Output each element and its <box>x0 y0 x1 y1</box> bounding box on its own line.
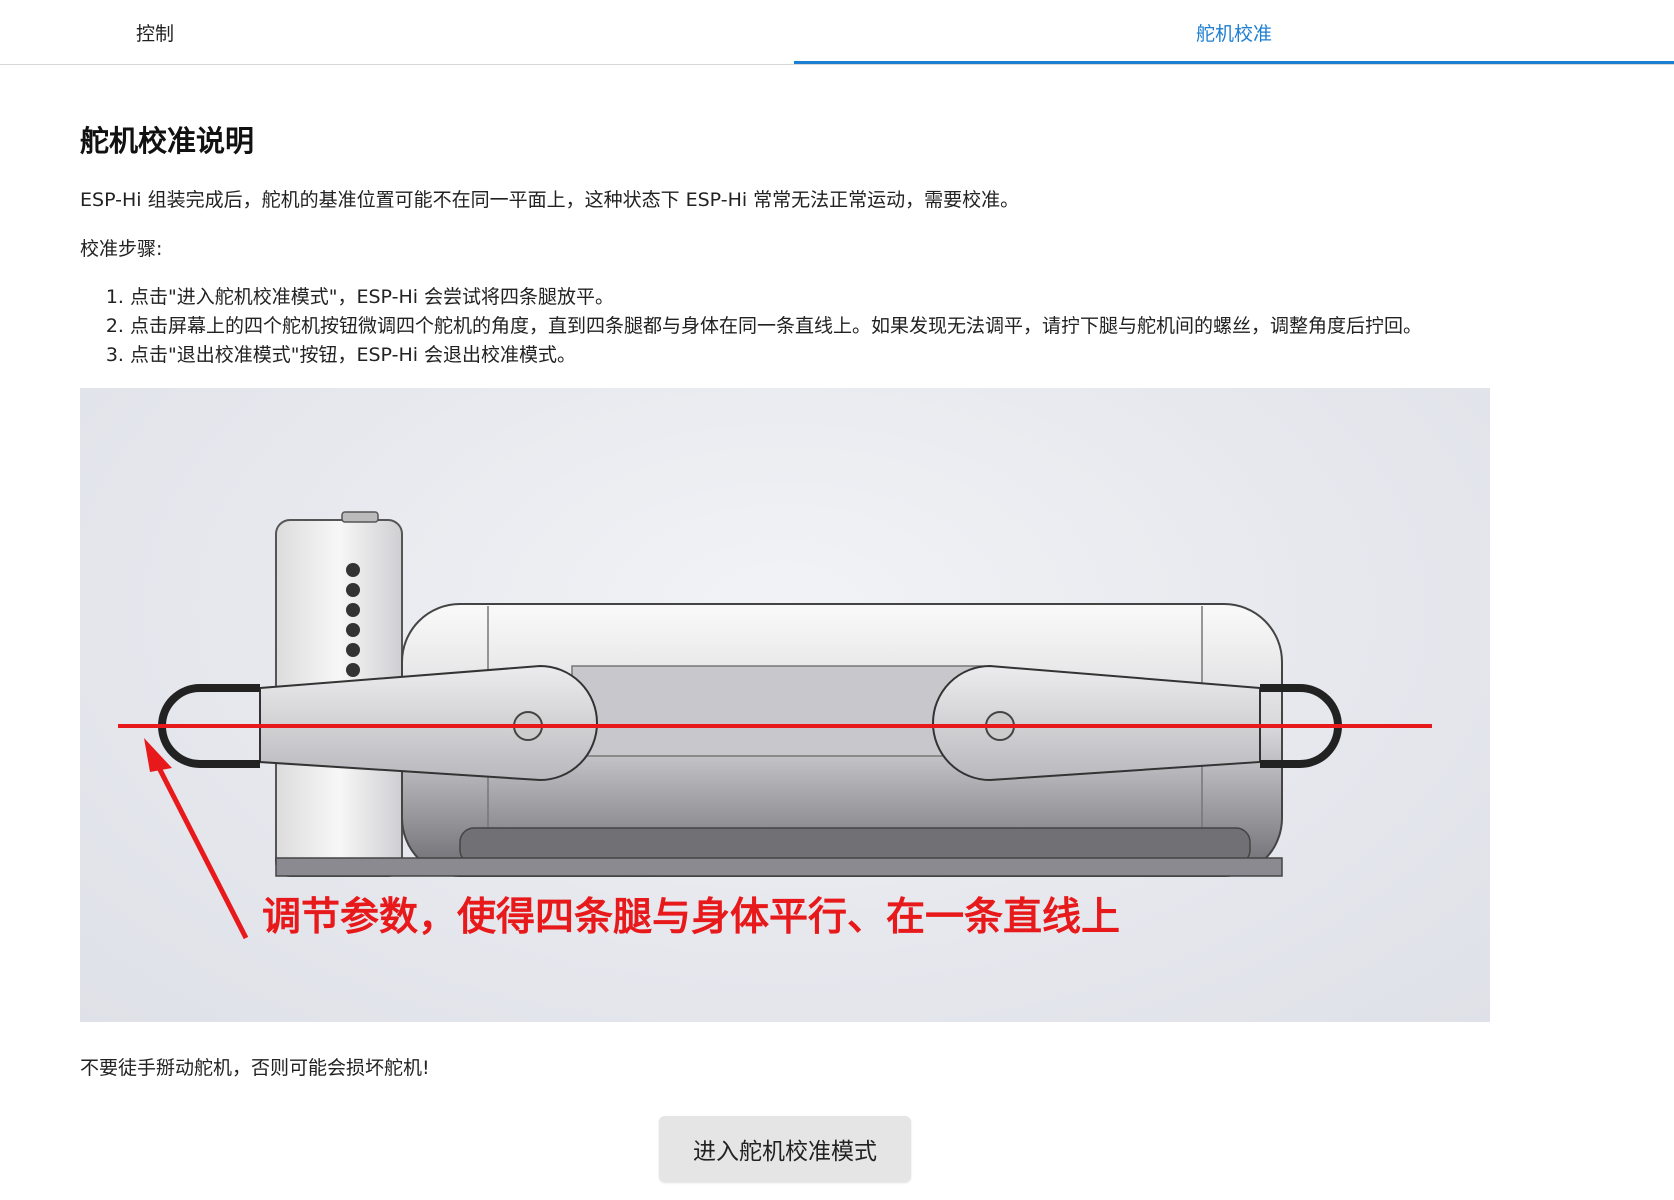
steps-title: 校准步骤: <box>80 238 163 260</box>
step-item: 点击屏幕上的四个舵机按钮微调四个舵机的角度，直到四条腿都与身体在同一条直线上。如… <box>130 312 1630 341</box>
step-item: 点击"退出校准模式"按钮，ESP-Hi 会退出校准模式。 <box>130 341 1630 370</box>
tab-bar: 控制 舵机校准 <box>0 0 1674 65</box>
tab-control[interactable]: 控制 <box>0 0 310 64</box>
intro-text: ESP-Hi 组装完成后，舵机的基准位置可能不在同一平面上，这种状态下 ESP-… <box>80 189 1020 211</box>
tab-servo-calibration[interactable]: 舵机校准 <box>794 0 1674 64</box>
active-tab-indicator <box>794 61 1674 64</box>
step-item: 点击"进入舵机校准模式"，ESP-Hi 会尝试将四条腿放平。 <box>130 283 1630 312</box>
robot-diagram: 调节参数，使得四条腿与身体平行、在一条直线上 <box>118 511 1432 940</box>
calibration-illustration: 调节参数，使得四条腿与身体平行、在一条直线上 <box>80 388 1490 1022</box>
figure-caption: 调节参数，使得四条腿与身体平行、在一条直线上 <box>262 895 1120 940</box>
enter-calibration-button[interactable]: 进入舵机校准模式 <box>659 1116 911 1182</box>
left-leg <box>158 664 598 782</box>
warning-text: 不要徒手掰动舵机，否则可能会损坏舵机! <box>80 1057 430 1079</box>
steps-list: 点击"进入舵机校准模式"，ESP-Hi 会尝试将四条腿放平。 点击屏幕上的四个舵… <box>80 283 1630 370</box>
page-title: 舵机校准说明 <box>80 124 255 158</box>
